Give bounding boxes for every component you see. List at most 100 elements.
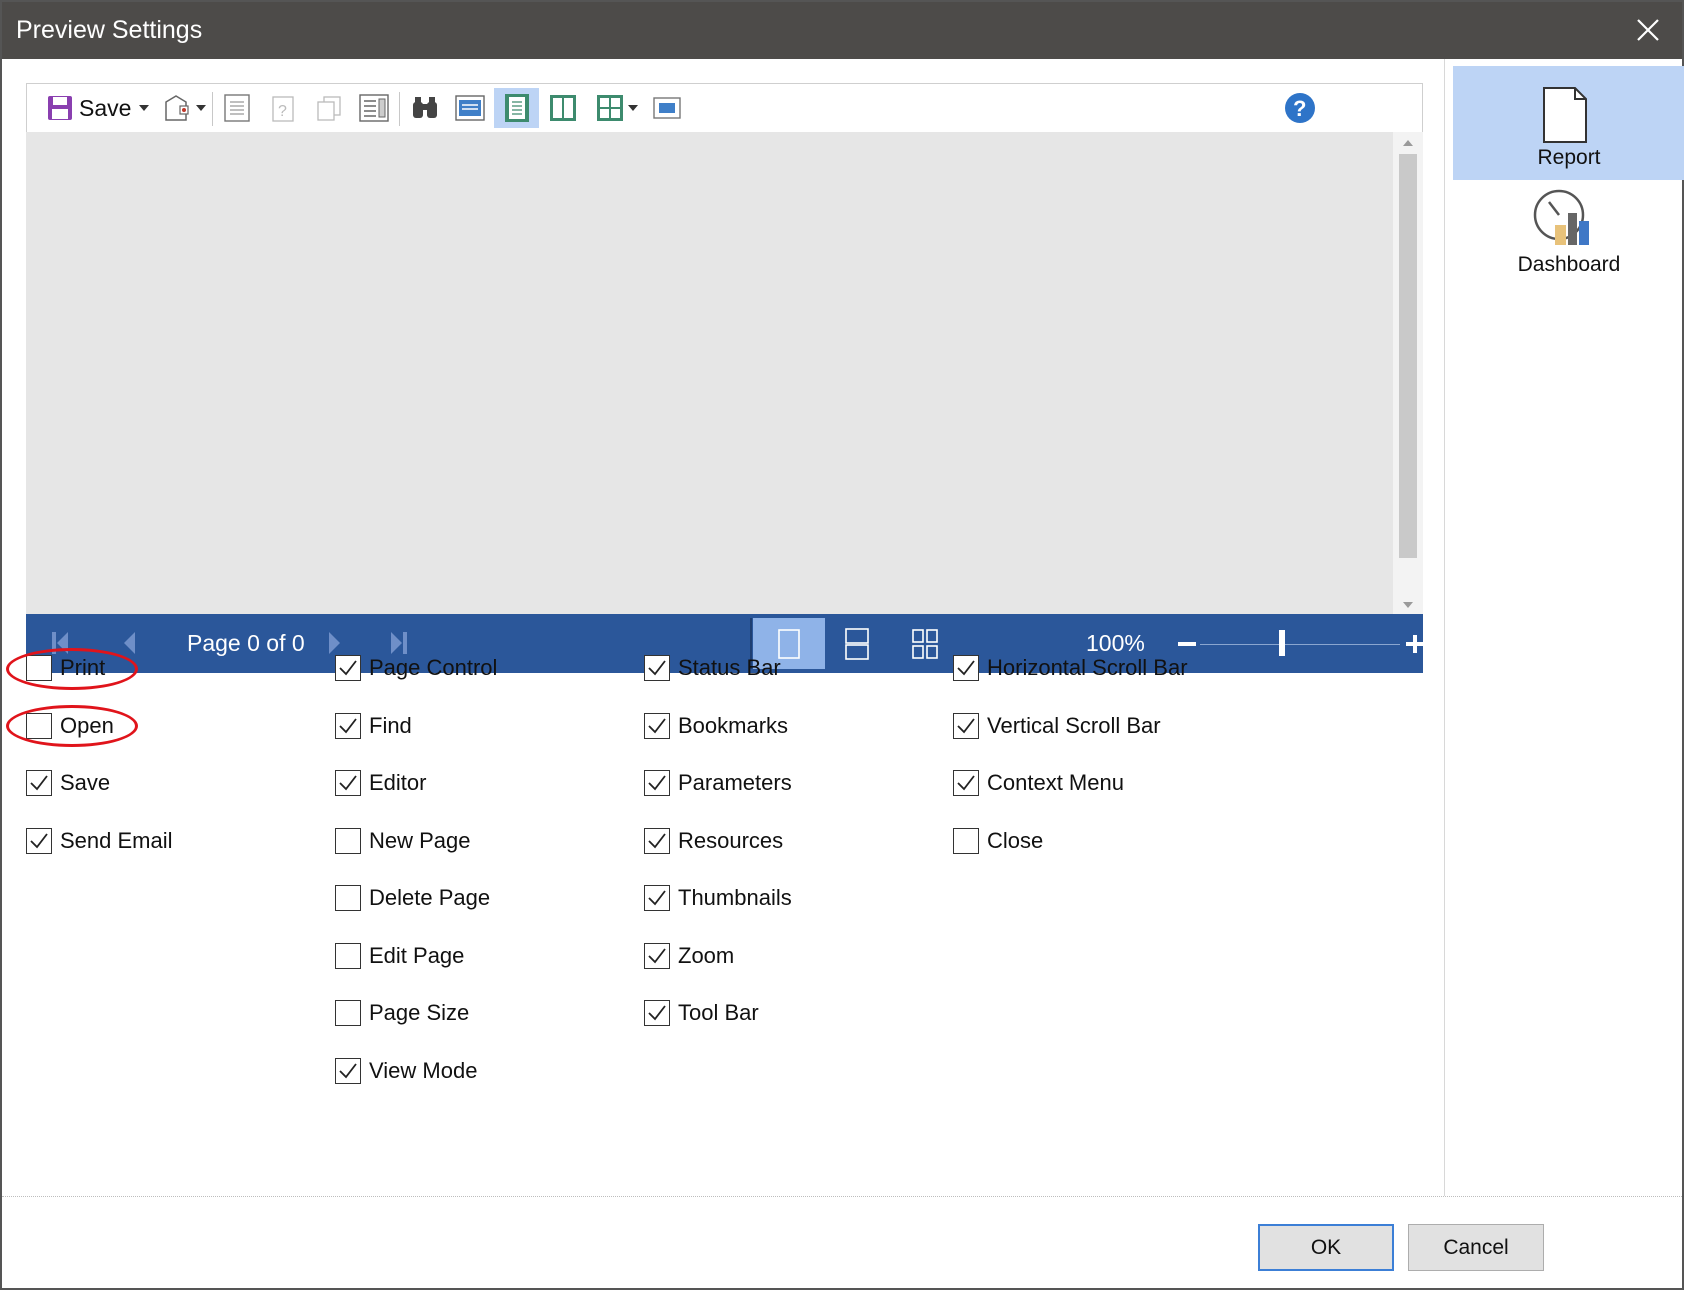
option-page-size[interactable]: Page Size xyxy=(335,998,469,1028)
two-page-button[interactable] xyxy=(541,88,585,128)
checkbox[interactable] xyxy=(953,655,979,681)
option-find[interactable]: Find xyxy=(335,711,412,741)
preview-toolbar: Save ? ? xyxy=(26,83,1423,132)
option-edit-page[interactable]: Edit Page xyxy=(335,941,464,971)
save-icon xyxy=(48,96,72,120)
option-horizontal-scroll-bar[interactable]: Horizontal Scroll Bar xyxy=(953,653,1188,683)
copy-icon xyxy=(317,96,341,121)
checkmark-icon xyxy=(30,833,48,849)
vertical-scrollbar[interactable] xyxy=(1393,132,1423,614)
checkbox[interactable] xyxy=(335,655,361,681)
checkbox[interactable] xyxy=(26,770,52,796)
zoom-slider-thumb[interactable] xyxy=(1279,630,1285,656)
option-open[interactable]: Open xyxy=(26,711,114,741)
checkbox[interactable] xyxy=(335,713,361,739)
option-save[interactable]: Save xyxy=(26,768,110,798)
checkbox[interactable] xyxy=(953,713,979,739)
checkbox[interactable] xyxy=(644,770,670,796)
page-setup-button[interactable] xyxy=(219,88,255,128)
option-send-email[interactable]: Send Email xyxy=(26,826,173,856)
toolbar-separator xyxy=(212,92,213,126)
checkbox[interactable] xyxy=(335,828,361,854)
save-button[interactable]: Save xyxy=(47,88,155,128)
multi-page-button[interactable] xyxy=(589,88,645,128)
option-label: Horizontal Scroll Bar xyxy=(987,655,1188,680)
report-canvas[interactable] xyxy=(26,132,1393,614)
dashboard-gauge-icon xyxy=(1533,189,1589,245)
option-page-control[interactable]: Page Control xyxy=(335,653,497,683)
option-parameters[interactable]: Parameters xyxy=(644,768,792,798)
sidebar-item-report[interactable]: Report xyxy=(1453,66,1684,180)
parameters-icon xyxy=(359,94,389,122)
checkbox[interactable] xyxy=(335,885,361,911)
option-context-menu[interactable]: Context Menu xyxy=(953,768,1124,798)
close-icon[interactable] xyxy=(1632,14,1664,46)
option-label: New Page xyxy=(369,828,471,853)
checkbox[interactable] xyxy=(644,885,670,911)
option-label: Bookmarks xyxy=(678,713,789,738)
option-label: Parameters xyxy=(678,770,792,795)
editor-button[interactable] xyxy=(451,88,489,128)
option-vertical-scroll-bar[interactable]: Vertical Scroll Bar xyxy=(953,711,1161,741)
cancel-button[interactable]: Cancel xyxy=(1408,1224,1544,1271)
checkbox[interactable] xyxy=(644,655,670,681)
sidebar: Report Dashboard xyxy=(1444,59,1684,1196)
checkbox[interactable] xyxy=(335,1058,361,1084)
checkbox[interactable] xyxy=(26,713,52,739)
option-editor[interactable]: Editor xyxy=(335,768,426,798)
checkmark-icon xyxy=(339,1063,357,1079)
sidebar-item-label: Dashboard xyxy=(1517,253,1621,276)
find-button[interactable] xyxy=(407,88,443,128)
sidebar-item-dashboard[interactable]: Dashboard xyxy=(1453,181,1684,295)
option-view-mode[interactable]: View Mode xyxy=(335,1056,477,1086)
ok-button[interactable]: OK xyxy=(1258,1224,1394,1271)
scroll-up-icon[interactable] xyxy=(1403,140,1413,146)
single-page-view-icon xyxy=(778,628,800,659)
checkbox[interactable] xyxy=(644,828,670,854)
dialog-title: Preview Settings xyxy=(16,16,203,44)
checkbox[interactable] xyxy=(644,713,670,739)
option-bookmarks[interactable]: Bookmarks xyxy=(644,711,788,741)
copy-button[interactable] xyxy=(311,88,347,128)
option-thumbnails[interactable]: Thumbnails xyxy=(644,883,792,913)
checkbox[interactable] xyxy=(335,943,361,969)
checkbox[interactable] xyxy=(644,1000,670,1026)
parameters-button[interactable] xyxy=(355,88,393,128)
option-label: Save xyxy=(60,770,111,795)
checkbox[interactable] xyxy=(26,828,52,854)
full-screen-button[interactable] xyxy=(649,88,685,128)
option-close[interactable]: Close xyxy=(953,826,1043,856)
scrollbar-thumb[interactable] xyxy=(1399,154,1417,558)
option-resources[interactable]: Resources xyxy=(644,826,783,856)
previous-page-icon[interactable] xyxy=(120,629,138,657)
open-button[interactable] xyxy=(161,88,209,128)
option-tool-bar[interactable]: Tool Bar xyxy=(644,998,759,1028)
checkbox[interactable] xyxy=(335,770,361,796)
editor-icon xyxy=(455,95,485,121)
zoom-out-icon[interactable] xyxy=(1178,642,1196,646)
zoom-slider[interactable] xyxy=(1200,644,1400,645)
checkbox[interactable] xyxy=(953,770,979,796)
grid-view-icon xyxy=(912,628,938,659)
checkmark-icon xyxy=(648,948,666,964)
page-indicator: Page 0 of 0 xyxy=(187,630,305,656)
checkbox[interactable] xyxy=(953,828,979,854)
single-page-button[interactable] xyxy=(494,88,539,128)
option-label: Page Control xyxy=(369,655,498,680)
checkbox[interactable] xyxy=(335,1000,361,1026)
help-button-disabled[interactable]: ? xyxy=(265,88,301,128)
multi-page-view-button[interactable] xyxy=(889,618,961,669)
option-zoom[interactable]: Zoom xyxy=(644,941,734,971)
option-print[interactable]: Print xyxy=(26,653,105,683)
save-label: Save xyxy=(79,94,132,121)
help-button[interactable]: ? xyxy=(1283,88,1317,128)
option-status-bar[interactable]: Status Bar xyxy=(644,653,781,683)
option-new-page[interactable]: New Page xyxy=(335,826,471,856)
checkbox[interactable] xyxy=(644,943,670,969)
scroll-down-icon[interactable] xyxy=(1403,602,1413,608)
continuous-view-icon xyxy=(845,627,869,660)
zoom-in-icon[interactable] xyxy=(1413,635,1417,653)
continuous-view-button[interactable] xyxy=(821,618,893,669)
option-delete-page[interactable]: Delete Page xyxy=(335,883,490,913)
checkbox[interactable] xyxy=(26,655,52,681)
